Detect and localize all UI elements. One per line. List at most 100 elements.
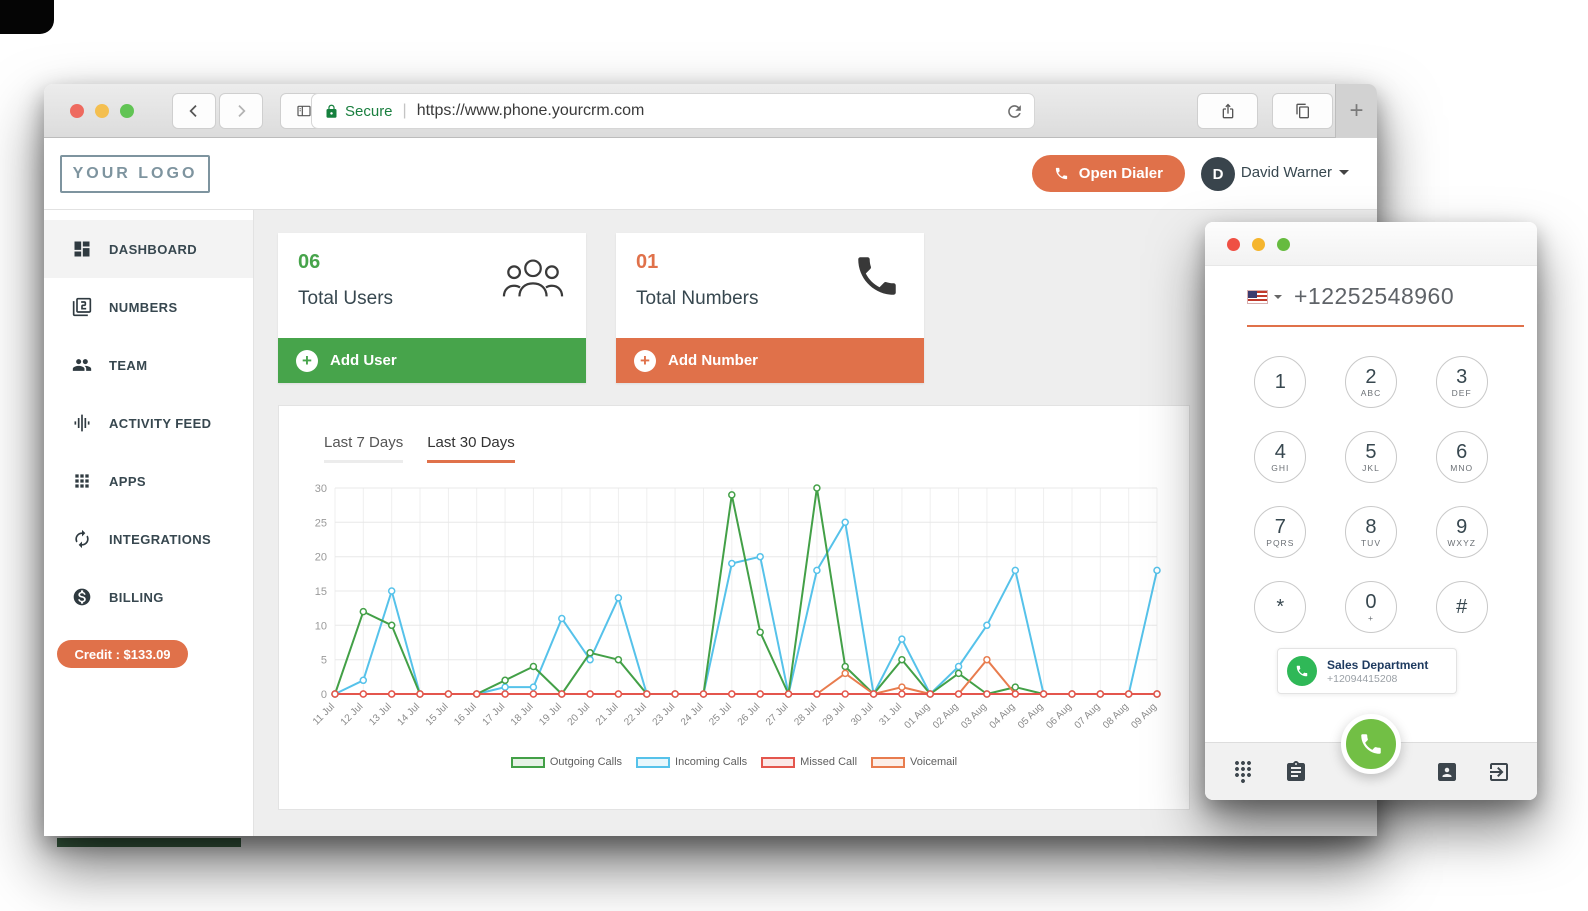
key-letters: TUV xyxy=(1361,538,1381,548)
dialpad-key-4[interactable]: 4GHI xyxy=(1254,431,1306,483)
total-users-card: 06 Total Users + Add User xyxy=(278,233,586,383)
svg-text:14 Jul: 14 Jul xyxy=(395,701,422,728)
share-button[interactable] xyxy=(1197,93,1258,129)
zoom-window-button[interactable] xyxy=(1277,238,1290,251)
sidebar: DASHBOARD NUMBERS TEAM ACTIVITY FEED APPS INT… xyxy=(44,210,254,836)
key-letters: DEF xyxy=(1452,388,1472,398)
legend-item-voicemail[interactable]: Voicemail xyxy=(871,756,957,768)
svg-text:13 Jul: 13 Jul xyxy=(367,701,394,728)
dialpad-key-#[interactable]: # xyxy=(1436,581,1488,633)
legend-item-outgoing-calls[interactable]: Outgoing Calls xyxy=(511,756,622,768)
sidebar-item-integrations[interactable]: INTEGRATIONS xyxy=(44,510,253,568)
browser-window: Secure | https://www.phone.yourcrm.com +… xyxy=(44,84,1377,836)
dialpad-key-1[interactable]: 1 xyxy=(1254,356,1306,408)
sidebar-item-apps[interactable]: APPS xyxy=(44,452,253,510)
svg-text:16 Jul: 16 Jul xyxy=(452,701,479,728)
total-numbers-card: 01 Total Numbers + Add Number xyxy=(616,233,924,383)
dialpad-key-8[interactable]: 8TUV xyxy=(1345,506,1397,558)
dialer-titlebar xyxy=(1205,222,1537,266)
integrations-icon xyxy=(72,529,92,549)
key-digit: 5 xyxy=(1365,441,1376,463)
url-separator: | xyxy=(403,102,407,120)
legend-swatch xyxy=(511,757,545,768)
dialpad-key-7[interactable]: 7PQRS xyxy=(1254,506,1306,558)
minimize-window-button[interactable] xyxy=(1252,238,1265,251)
legend-item-missed-call[interactable]: Missed Call xyxy=(761,756,857,768)
contact-suggestion[interactable]: Sales Department +12094415208 xyxy=(1277,648,1457,694)
dialer-number-row: +12252548960 xyxy=(1205,266,1537,327)
us-flag-icon[interactable] xyxy=(1247,290,1268,304)
svg-text:01 Aug: 01 Aug xyxy=(903,701,933,731)
svg-text:07 Aug: 07 Aug xyxy=(1073,701,1103,731)
tab-overview-button[interactable] xyxy=(1272,93,1333,129)
svg-text:23 Jul: 23 Jul xyxy=(651,701,678,728)
dialpad-key-9[interactable]: 9WXYZ xyxy=(1436,506,1488,558)
key-digit: 4 xyxy=(1275,441,1286,463)
apps-icon xyxy=(72,471,92,491)
users-group-icon xyxy=(502,255,564,306)
back-button[interactable] xyxy=(172,93,216,129)
tab-last-30-days[interactable]: Last 30 Days xyxy=(427,434,515,463)
user-menu[interactable]: David Warner xyxy=(1241,164,1349,181)
sidebar-item-label: INTEGRATIONS xyxy=(109,532,211,547)
legend-label: Incoming Calls xyxy=(675,756,747,768)
billing-icon xyxy=(72,587,92,607)
avatar[interactable]: D xyxy=(1201,157,1235,191)
sidebar-item-billing[interactable]: BILLING xyxy=(44,568,253,626)
svg-text:15 Jul: 15 Jul xyxy=(424,701,451,728)
add-number-label: Add Number xyxy=(668,352,758,369)
dialpad-key-6[interactable]: 6MNO xyxy=(1436,431,1488,483)
add-number-button[interactable]: + Add Number xyxy=(616,338,924,383)
key-digit: 2 xyxy=(1365,366,1376,388)
sidebar-item-label: NUMBERS xyxy=(109,300,178,315)
dialpad-key-5[interactable]: 5JKL xyxy=(1345,431,1397,483)
phone-icon xyxy=(1054,166,1069,181)
close-window-button[interactable] xyxy=(1227,238,1240,251)
lock-icon xyxy=(324,104,339,119)
exit-icon[interactable] xyxy=(1487,760,1511,784)
sidebar-item-activity-feed[interactable]: ACTIVITY FEED xyxy=(44,394,253,452)
sidebar-item-team[interactable]: TEAM xyxy=(44,336,253,394)
key-digit: 1 xyxy=(1275,371,1286,393)
sidebar-item-dashboard[interactable]: DASHBOARD xyxy=(44,220,253,278)
contacts-icon[interactable] xyxy=(1435,760,1459,784)
call-log-icon[interactable] xyxy=(1284,760,1308,784)
sidebar-item-numbers[interactable]: NUMBERS xyxy=(44,278,253,336)
call-button[interactable] xyxy=(1341,714,1401,774)
forward-button[interactable] xyxy=(219,93,263,129)
dialpad-key-3[interactable]: 3DEF xyxy=(1436,356,1488,408)
close-window-button[interactable] xyxy=(70,104,84,118)
svg-text:09 Aug: 09 Aug xyxy=(1129,701,1159,731)
phone-icon xyxy=(1287,656,1317,686)
key-digit: # xyxy=(1456,596,1467,618)
svg-text:04 Aug: 04 Aug xyxy=(988,701,1018,731)
dialed-number-input[interactable]: +12252548960 xyxy=(1294,283,1454,310)
open-dialer-label: Open Dialer xyxy=(1079,165,1163,182)
url-bar[interactable]: Secure | https://www.phone.yourcrm.com xyxy=(311,93,1035,129)
svg-text:29 Jul: 29 Jul xyxy=(821,701,848,728)
tab-last-7-days[interactable]: Last 7 Days xyxy=(324,434,403,463)
secure-label: Secure xyxy=(345,103,393,120)
dialpad-tab-icon[interactable] xyxy=(1231,760,1255,784)
sidebar-item-label: ACTIVITY FEED xyxy=(109,416,211,431)
svg-text:5: 5 xyxy=(321,655,327,667)
credit-badge[interactable]: Credit : $133.09 xyxy=(57,640,188,668)
new-tab-button[interactable]: + xyxy=(1335,84,1377,138)
minimize-window-button[interactable] xyxy=(95,104,109,118)
legend-label: Missed Call xyxy=(800,756,857,768)
screen: { "browser": { "secure_label": "Secure",… xyxy=(0,0,1588,911)
add-user-button[interactable]: + Add User xyxy=(278,338,586,383)
dialpad-key-2[interactable]: 2ABC xyxy=(1345,356,1397,408)
team-icon xyxy=(72,355,92,375)
svg-text:03 Aug: 03 Aug xyxy=(959,701,989,731)
reload-icon[interactable] xyxy=(1005,102,1025,122)
svg-text:25 Jul: 25 Jul xyxy=(707,701,734,728)
legend-item-incoming-calls[interactable]: Incoming Calls xyxy=(636,756,747,768)
svg-text:31 Jul: 31 Jul xyxy=(877,701,904,728)
key-digit: 3 xyxy=(1456,366,1467,388)
key-digit: 0 xyxy=(1365,591,1376,613)
open-dialer-button[interactable]: Open Dialer xyxy=(1032,155,1185,192)
zoom-window-button[interactable] xyxy=(120,104,134,118)
dialpad-key-*[interactable]: * xyxy=(1254,581,1306,633)
dialpad-key-0[interactable]: 0+ xyxy=(1345,581,1397,633)
